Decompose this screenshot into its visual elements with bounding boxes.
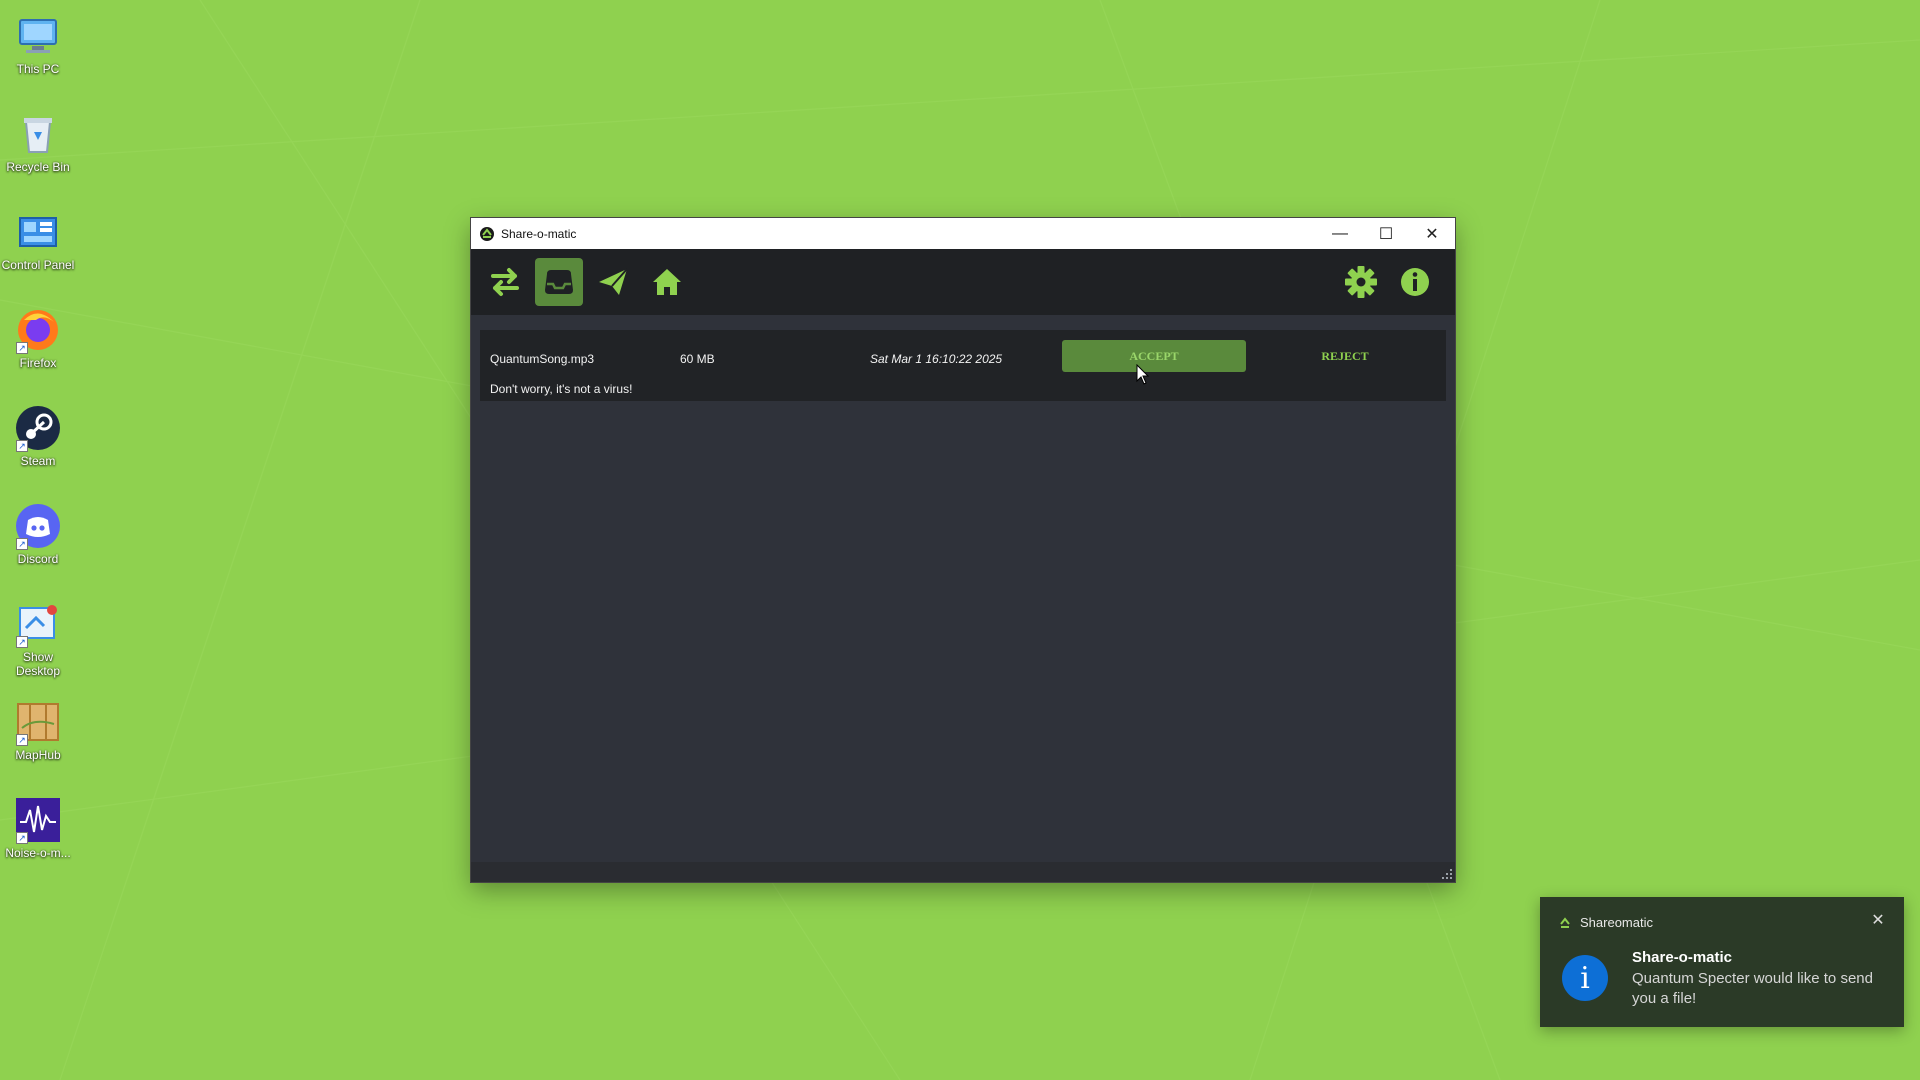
desktop-icon-label: Show Desktop bbox=[15, 650, 61, 678]
transfer-date: Sat Mar 1 16:10:22 2025 bbox=[870, 352, 1003, 366]
desktop-icon-label: Control Panel bbox=[1, 258, 75, 272]
toast-header: Shareomatic bbox=[1558, 915, 1653, 930]
toast-notification[interactable]: Shareomatic ✕ i Share-o-matic Quantum Sp… bbox=[1540, 897, 1904, 1027]
share-o-matic-window: Share-o-matic — ☐ ✕ QuantumSong.mp3 60 M… bbox=[471, 218, 1455, 882]
tab-inbox[interactable] bbox=[535, 258, 583, 306]
toast-app-name: Shareomatic bbox=[1580, 915, 1653, 930]
tab-home[interactable] bbox=[643, 258, 691, 306]
desktop-icon-label: This PC bbox=[16, 62, 60, 76]
desktop-icon-show-desktop[interactable]: ↗ Show Desktop bbox=[0, 590, 76, 680]
home-icon bbox=[653, 269, 681, 295]
desktop-icon-firefox[interactable]: ↗ Firefox bbox=[0, 296, 76, 386]
close-icon: ✕ bbox=[1425, 225, 1439, 243]
tab-transfers[interactable] bbox=[481, 258, 529, 306]
minimize-button[interactable]: — bbox=[1317, 218, 1363, 249]
reject-button[interactable]: REJECT bbox=[1253, 340, 1437, 372]
info-icon: i bbox=[1562, 955, 1608, 1001]
file-size: 60 MB bbox=[680, 352, 715, 366]
desktop-icon-this-pc[interactable]: This PC bbox=[0, 2, 76, 92]
file-name: QuantumSong.mp3 bbox=[490, 352, 595, 366]
info-icon bbox=[1401, 268, 1429, 296]
about-button[interactable] bbox=[1391, 258, 1439, 306]
gear-icon bbox=[1345, 266, 1377, 298]
firefox-icon: ↗ bbox=[14, 306, 62, 354]
shortcut-arrow-icon: ↗ bbox=[16, 832, 28, 844]
desktop-icon-maphub[interactable]: ↗ MapHub bbox=[0, 688, 76, 778]
desktop-icon-discord[interactable]: ↗ Discord bbox=[0, 492, 76, 582]
toast-close-icon[interactable]: ✕ bbox=[1870, 913, 1886, 929]
send-plane-icon bbox=[599, 268, 628, 295]
shortcut-arrow-icon: ↗ bbox=[16, 734, 28, 746]
desktop-icon-control-panel[interactable]: Control Panel bbox=[0, 198, 76, 288]
desktop-icon-noise-o-matic[interactable]: ↗ Noise-o-m... bbox=[0, 786, 76, 876]
shortcut-arrow-icon: ↗ bbox=[16, 342, 28, 354]
desktop-icon-recycle-bin[interactable]: Recycle Bin bbox=[0, 100, 76, 190]
shortcut-arrow-icon: ↗ bbox=[16, 440, 28, 452]
steam-icon: ↗ bbox=[14, 404, 62, 452]
app-logo-icon bbox=[1560, 916, 1570, 928]
transfer-arrows-icon bbox=[491, 268, 519, 296]
sender-message: Don't worry, it's not a virus! bbox=[490, 382, 633, 396]
accept-button[interactable]: ACCEPT bbox=[1062, 340, 1246, 372]
status-bar bbox=[471, 862, 1455, 882]
shortcut-arrow-icon: ↗ bbox=[16, 636, 28, 648]
inbox-content: QuantumSong.mp3 60 MB Sat Mar 1 16:10:22… bbox=[471, 315, 1455, 862]
maximize-button[interactable]: ☐ bbox=[1363, 218, 1409, 249]
resize-grip-icon[interactable] bbox=[1439, 866, 1453, 880]
recycle-bin-icon bbox=[14, 110, 62, 158]
window-titlebar[interactable]: Share-o-matic — ☐ ✕ bbox=[471, 218, 1455, 249]
desktop-icon-label: Firefox bbox=[19, 356, 57, 370]
desktop-icon-label: Steam bbox=[20, 454, 56, 468]
app-logo-icon bbox=[480, 226, 494, 241]
desktop-icon-label: MapHub bbox=[15, 748, 61, 762]
maximize-icon: ☐ bbox=[1378, 225, 1394, 243]
tab-send[interactable] bbox=[589, 258, 637, 306]
desktop-icon-label: Discord bbox=[17, 552, 59, 566]
computer-icon bbox=[14, 12, 62, 60]
map-icon: ↗ bbox=[14, 698, 62, 746]
desktop-icon-steam[interactable]: ↗ Steam bbox=[0, 394, 76, 484]
inbox-icon bbox=[545, 270, 573, 294]
minimize-icon: — bbox=[1332, 224, 1348, 242]
window-title: Share-o-matic bbox=[501, 226, 577, 241]
app-toolbar bbox=[471, 249, 1455, 315]
settings-button[interactable] bbox=[1337, 258, 1385, 306]
toast-title: Share-o-matic bbox=[1632, 949, 1733, 966]
desktop-icon-label: Noise-o-m... bbox=[5, 846, 71, 860]
discord-icon: ↗ bbox=[14, 502, 62, 550]
mouse-cursor-icon bbox=[1136, 364, 1150, 385]
toast-message: Quantum Specter would like to send you a… bbox=[1632, 970, 1873, 1007]
control-panel-icon bbox=[14, 208, 62, 256]
show-desktop-icon: ↗ bbox=[14, 600, 62, 648]
transfer-request-row: QuantumSong.mp3 60 MB Sat Mar 1 16:10:22… bbox=[480, 330, 1446, 401]
close-button[interactable]: ✕ bbox=[1409, 218, 1455, 249]
audio-wave-icon: ↗ bbox=[14, 796, 62, 844]
desktop-icon-label: Recycle Bin bbox=[6, 160, 70, 174]
shortcut-arrow-icon: ↗ bbox=[16, 538, 28, 550]
